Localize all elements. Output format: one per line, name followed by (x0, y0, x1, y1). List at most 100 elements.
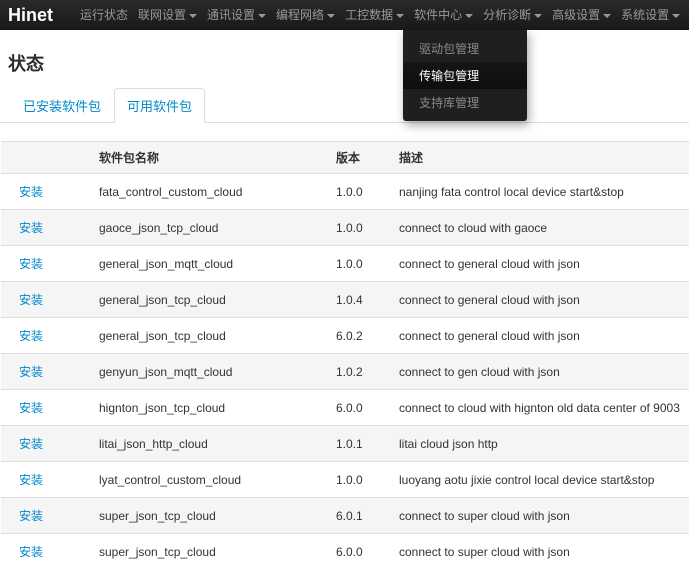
package-name-cell: general_json_tcp_cloud (91, 318, 328, 354)
version-cell: 1.0.0 (328, 174, 391, 210)
nav-link-logout[interactable]: 退出 (685, 0, 689, 30)
caret-down-icon (189, 14, 197, 18)
version-cell: 1.0.2 (328, 354, 391, 390)
version-cell: 1.0.4 (328, 282, 391, 318)
package-name-cell: hignton_json_tcp_cloud (91, 390, 328, 426)
install-link[interactable]: 安装 (19, 293, 43, 307)
package-name-cell: genyun_json_mqtt_cloud (91, 354, 328, 390)
description-cell: connect to super cloud with json (391, 534, 689, 564)
package-name-cell: general_json_tcp_cloud (91, 282, 328, 318)
install-link[interactable]: 安装 (19, 545, 43, 559)
install-link[interactable]: 安装 (19, 401, 43, 415)
tab-available-packages[interactable]: 可用软件包 (114, 88, 205, 123)
nav-item-programming-network[interactable]: 编程网络 (271, 0, 340, 30)
install-link[interactable]: 安装 (19, 185, 43, 199)
table-row: 安装 general_json_tcp_cloud 6.0.2 connect … (1, 318, 689, 354)
package-name-cell: super_json_tcp_cloud (91, 498, 328, 534)
version-cell: 6.0.0 (328, 390, 391, 426)
tab-bar: 已安装软件包 可用软件包 (0, 88, 689, 123)
nav-link-system-settings[interactable]: 系统设置 (616, 0, 685, 30)
caret-down-icon (258, 14, 266, 18)
dropdown-item-transfer-package[interactable]: 传输包管理 (403, 62, 527, 89)
nav-link-software-center[interactable]: 软件中心 (409, 0, 478, 30)
package-name-cell: litai_json_http_cloud (91, 426, 328, 462)
caret-down-icon (396, 14, 404, 18)
description-cell: connect to general cloud with json (391, 318, 689, 354)
column-header-package-name: 软件包名称 (91, 142, 328, 174)
install-link[interactable]: 安装 (19, 365, 43, 379)
description-cell: litai cloud json http (391, 426, 689, 462)
caret-down-icon (672, 14, 680, 18)
tab-installed-packages[interactable]: 已安装软件包 (10, 88, 114, 123)
table-row: 安装 gaoce_json_tcp_cloud 1.0.0 connect to… (1, 210, 689, 246)
table-row: 安装 super_json_tcp_cloud 6.0.1 connect to… (1, 498, 689, 534)
version-cell: 1.0.0 (328, 246, 391, 282)
description-cell: connect to cloud with hignton old data c… (391, 390, 689, 426)
table-row: 安装 fata_control_custom_cloud 1.0.0 nanji… (1, 174, 689, 210)
nav-item-software-center[interactable]: 软件中心 驱动包管理 传输包管理 支持库管理 (409, 0, 478, 30)
description-cell: connect to general cloud with json (391, 246, 689, 282)
nav-item-run-status[interactable]: 运行状态 (75, 0, 133, 30)
description-cell: nanjing fata control local device start&… (391, 174, 689, 210)
nav-item-analysis-diagnosis[interactable]: 分析诊断 (478, 0, 547, 30)
nav-link-run-status[interactable]: 运行状态 (75, 0, 133, 30)
table-row: 安装 litai_json_http_cloud 1.0.1 litai clo… (1, 426, 689, 462)
table-row: 安装 genyun_json_mqtt_cloud 1.0.2 connect … (1, 354, 689, 390)
description-cell: luoyang aotu jixie control local device … (391, 462, 689, 498)
version-cell: 6.0.0 (328, 534, 391, 564)
software-center-dropdown: 驱动包管理 传输包管理 支持库管理 (403, 30, 527, 121)
package-table-body: 安装 fata_control_custom_cloud 1.0.0 nanji… (1, 174, 689, 564)
nav-item-logout[interactable]: 退出 (685, 0, 689, 30)
caret-down-icon (327, 14, 335, 18)
column-header-install (1, 142, 91, 174)
caret-down-icon (534, 14, 542, 18)
nav-item-network-settings[interactable]: 联网设置 (133, 0, 202, 30)
dropdown-item-support-library[interactable]: 支持库管理 (403, 89, 527, 116)
install-link[interactable]: 安装 (19, 221, 43, 235)
nav-item-industrial-data[interactable]: 工控数据 (340, 0, 409, 30)
package-table-header: 软件包名称 版本 描述 (1, 142, 689, 174)
page-title: 状态 (8, 50, 689, 76)
table-row: 安装 hignton_json_tcp_cloud 6.0.0 connect … (1, 390, 689, 426)
install-link[interactable]: 安装 (19, 473, 43, 487)
caret-down-icon (465, 14, 473, 18)
nav-link-industrial-data[interactable]: 工控数据 (340, 0, 409, 30)
table-row: 安装 general_json_mqtt_cloud 1.0.0 connect… (1, 246, 689, 282)
caret-down-icon (603, 14, 611, 18)
nav-link-advanced-settings[interactable]: 高级设置 (547, 0, 616, 30)
top-navbar: Hinet 运行状态 联网设置 通讯设置 编程网络 工控数据 软件中心 驱动包管… (0, 0, 689, 30)
package-name-cell: lyat_control_custom_cloud (91, 462, 328, 498)
package-name-cell: fata_control_custom_cloud (91, 174, 328, 210)
install-link[interactable]: 安装 (19, 257, 43, 271)
description-cell: connect to cloud with gaoce (391, 210, 689, 246)
column-header-description: 描述 (391, 142, 689, 174)
install-link[interactable]: 安装 (19, 509, 43, 523)
nav-item-advanced-settings[interactable]: 高级设置 (547, 0, 616, 30)
nav-item-comm-settings[interactable]: 通讯设置 (202, 0, 271, 30)
package-name-cell: gaoce_json_tcp_cloud (91, 210, 328, 246)
version-cell: 1.0.0 (328, 210, 391, 246)
nav-item-system-settings[interactable]: 系统设置 (616, 0, 685, 30)
install-link[interactable]: 安装 (19, 329, 43, 343)
version-cell: 1.0.1 (328, 426, 391, 462)
dropdown-item-driver-package[interactable]: 驱动包管理 (403, 35, 527, 62)
nav-link-network-settings[interactable]: 联网设置 (133, 0, 202, 30)
package-name-cell: general_json_mqtt_cloud (91, 246, 328, 282)
description-cell: connect to general cloud with json (391, 282, 689, 318)
brand-logo[interactable]: Hinet (0, 0, 61, 30)
table-row: 安装 lyat_control_custom_cloud 1.0.0 luoya… (1, 462, 689, 498)
nav-menu: 运行状态 联网设置 通讯设置 编程网络 工控数据 软件中心 驱动包管理 传输包管… (75, 0, 689, 30)
main-content: 状态 已安装软件包 可用软件包 软件包名称 版本 描述 安装 fata_cont… (0, 50, 689, 564)
install-link[interactable]: 安装 (19, 437, 43, 451)
version-cell: 1.0.0 (328, 462, 391, 498)
version-cell: 6.0.1 (328, 498, 391, 534)
description-cell: connect to super cloud with json (391, 498, 689, 534)
description-cell: connect to gen cloud with json (391, 354, 689, 390)
nav-link-programming-network[interactable]: 编程网络 (271, 0, 340, 30)
table-row: 安装 general_json_tcp_cloud 1.0.4 connect … (1, 282, 689, 318)
column-header-version: 版本 (328, 142, 391, 174)
package-name-cell: super_json_tcp_cloud (91, 534, 328, 564)
nav-link-comm-settings[interactable]: 通讯设置 (202, 0, 271, 30)
nav-link-analysis-diagnosis[interactable]: 分析诊断 (478, 0, 547, 30)
version-cell: 6.0.2 (328, 318, 391, 354)
